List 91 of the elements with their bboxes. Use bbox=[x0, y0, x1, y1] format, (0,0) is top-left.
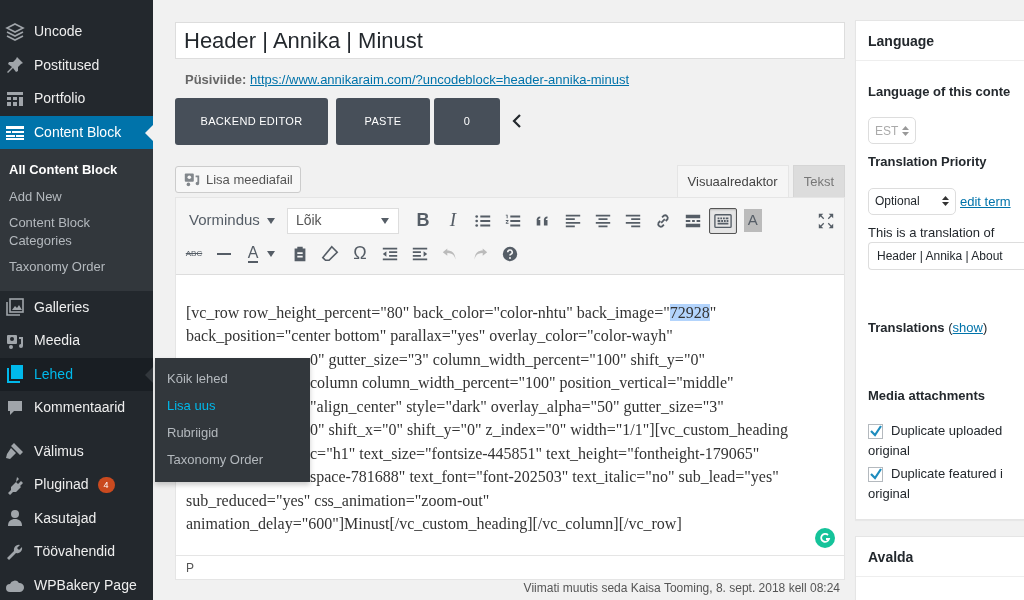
chevron-left-icon[interactable] bbox=[512, 113, 522, 129]
text-color-button[interactable]: A bbox=[240, 240, 284, 267]
eraser-icon bbox=[321, 244, 339, 263]
add-media-button[interactable]: Lisa meediafail bbox=[175, 165, 301, 193]
flyout-item[interactable]: Kõik lehed bbox=[155, 366, 310, 393]
menu-item[interactable]: Content Block bbox=[0, 115, 153, 149]
code-text: column column_width_percent="100" position_vertical="middle" bbox=[310, 374, 734, 392]
builder-button[interactable]: PASTE bbox=[336, 97, 430, 145]
edit-terms-link[interactable]: edit term bbox=[960, 191, 1011, 212]
help-icon bbox=[501, 244, 519, 263]
flyout-item[interactable]: Rubriigid bbox=[155, 420, 310, 447]
title-field[interactable]: Header | Annika | Minust bbox=[175, 22, 845, 59]
flyout-item[interactable]: Taxonomy Order bbox=[155, 447, 310, 474]
submenu-item[interactable]: All Content Block bbox=[0, 157, 153, 184]
submenu-item[interactable]: Taxonomy Order bbox=[0, 254, 153, 281]
toolbar-button[interactable] bbox=[708, 207, 737, 234]
checkbox[interactable] bbox=[868, 466, 883, 482]
code-text: " bbox=[709, 304, 717, 321]
priority-select[interactable]: Optional bbox=[868, 187, 956, 215]
keyboard-icon bbox=[713, 211, 732, 230]
caret-down-icon bbox=[265, 216, 276, 225]
code-text: "align_center" style="dark" overlay_alpha="50" gutter_size="3" bbox=[310, 397, 724, 415]
brush-icon bbox=[5, 441, 25, 462]
box-title: Avalda bbox=[856, 537, 1024, 578]
special-character-button[interactable]: Ω bbox=[346, 240, 374, 267]
pages-icon bbox=[5, 364, 25, 385]
caret-down-icon bbox=[379, 216, 390, 225]
count-badge: 4 bbox=[97, 476, 115, 493]
field-label: This is a translation of bbox=[868, 223, 996, 242]
code-text: animation_delay="600"]Minust[/vc_custom_heading][/vc_column][/vc_row] bbox=[186, 514, 682, 532]
checkbox-label: original bbox=[868, 484, 911, 503]
field-label: Language of this conte bbox=[868, 82, 1012, 101]
menu-item[interactable]: Kasutajad bbox=[0, 501, 153, 535]
stepper-icon bbox=[942, 195, 949, 208]
selected-text: 72928 bbox=[669, 304, 710, 321]
bold-button[interactable]: B bbox=[408, 207, 437, 234]
layers-icon bbox=[5, 21, 25, 42]
menu-item[interactable]: Meedia bbox=[0, 324, 153, 358]
menu-item[interactable]: WPBakery Page bbox=[0, 568, 153, 600]
last-edited-text: Viimati muutis seda Kaisa Tooming, 8. sept. 2018 kell 08:24 bbox=[522, 580, 841, 595]
code-text: back_position="center bottom" parallax="yes" overlay_color="color-wayh" bbox=[186, 327, 673, 345]
italic-button[interactable]: I bbox=[438, 207, 467, 234]
builder-button[interactable]: 0 bbox=[434, 97, 500, 145]
code-text: sub_reduced="yes" css_animation="zoom-out" bbox=[186, 491, 490, 509]
stepper-icon bbox=[902, 124, 910, 137]
menu-item[interactable]: Töövahendid bbox=[0, 535, 153, 569]
grammarly-icon bbox=[815, 528, 835, 548]
builder-button[interactable]: BACKEND EDITOR bbox=[175, 97, 328, 145]
checkmark-icon bbox=[869, 425, 882, 438]
menu-item[interactable]: Uncode bbox=[0, 15, 153, 49]
checkbox-label: original bbox=[868, 441, 911, 460]
menu-item[interactable]: Pluginad 4 bbox=[0, 468, 153, 502]
code-text: 0" gutter_size="3" column_width_percent="100" shift_y="0" bbox=[310, 350, 705, 368]
format-dropdown[interactable]: Vormindus bbox=[180, 207, 285, 234]
code-text: c="h1" text_size="fontsize-445851" text_height="fontheight-179065" bbox=[310, 444, 760, 462]
code-text: 0" shift_x="0" shift_y="0" z_index="0" width="1/1"][vc_custom_heading bbox=[310, 421, 788, 439]
checkmark-icon bbox=[869, 468, 882, 481]
menu-item[interactable]: Galleries bbox=[0, 290, 153, 324]
checkbox[interactable] bbox=[868, 423, 883, 439]
submenu-item[interactable]: Content Block Categories bbox=[0, 210, 153, 254]
show-link[interactable]: show bbox=[952, 320, 983, 336]
fullscreen-icon bbox=[817, 211, 835, 230]
checkbox-label: Duplicate featured i bbox=[891, 465, 1003, 484]
paragraph-select[interactable]: Lõik bbox=[286, 207, 399, 234]
menu-item[interactable]: Lehed bbox=[0, 357, 153, 391]
caret-down-icon bbox=[266, 249, 277, 258]
submenu-item[interactable]: Add New bbox=[0, 183, 153, 210]
code-text: [vc_row row_height_percent="80" back_color="color-nhtu" back_image=" bbox=[186, 304, 670, 321]
strikethrough-button[interactable]: ABC bbox=[180, 240, 208, 267]
horizontal-line-icon bbox=[217, 252, 231, 255]
flyout-item[interactable]: Lisa uus bbox=[155, 393, 310, 420]
menu-item[interactable]: Kommentaarid bbox=[0, 391, 153, 425]
translation-field[interactable]: Header | Annika | About bbox=[868, 242, 1024, 271]
menu-item[interactable]: Postitused bbox=[0, 48, 153, 82]
permalink-label: Püsiviide: bbox=[185, 72, 247, 87]
pin-icon bbox=[5, 55, 25, 76]
element-path: P bbox=[176, 555, 844, 579]
box-title: Language bbox=[856, 21, 1024, 61]
parenthesis: ) bbox=[982, 320, 988, 336]
permalink-link[interactable]: https://www.annikaraim.com/?uncodeblock=header-annika-minust bbox=[250, 72, 630, 87]
menu-item[interactable]: Välimus bbox=[0, 434, 153, 468]
image-icon bbox=[5, 297, 25, 318]
field-label: Media attachments bbox=[868, 386, 987, 405]
code-text: space-781688" text_font="font-202503" text_italic="no" sub_lead="yes" bbox=[310, 468, 779, 486]
parenthesis: ( bbox=[948, 320, 953, 336]
checkbox-label: Duplicate uploaded bbox=[891, 422, 1003, 441]
field-label: Translation Priority bbox=[868, 153, 988, 172]
menu-item[interactable]: Portfolio bbox=[0, 82, 153, 116]
field-label: Translations bbox=[868, 320, 945, 336]
editor-tab[interactable]: Visuaalredaktor bbox=[676, 164, 789, 197]
person-icon bbox=[5, 508, 25, 529]
